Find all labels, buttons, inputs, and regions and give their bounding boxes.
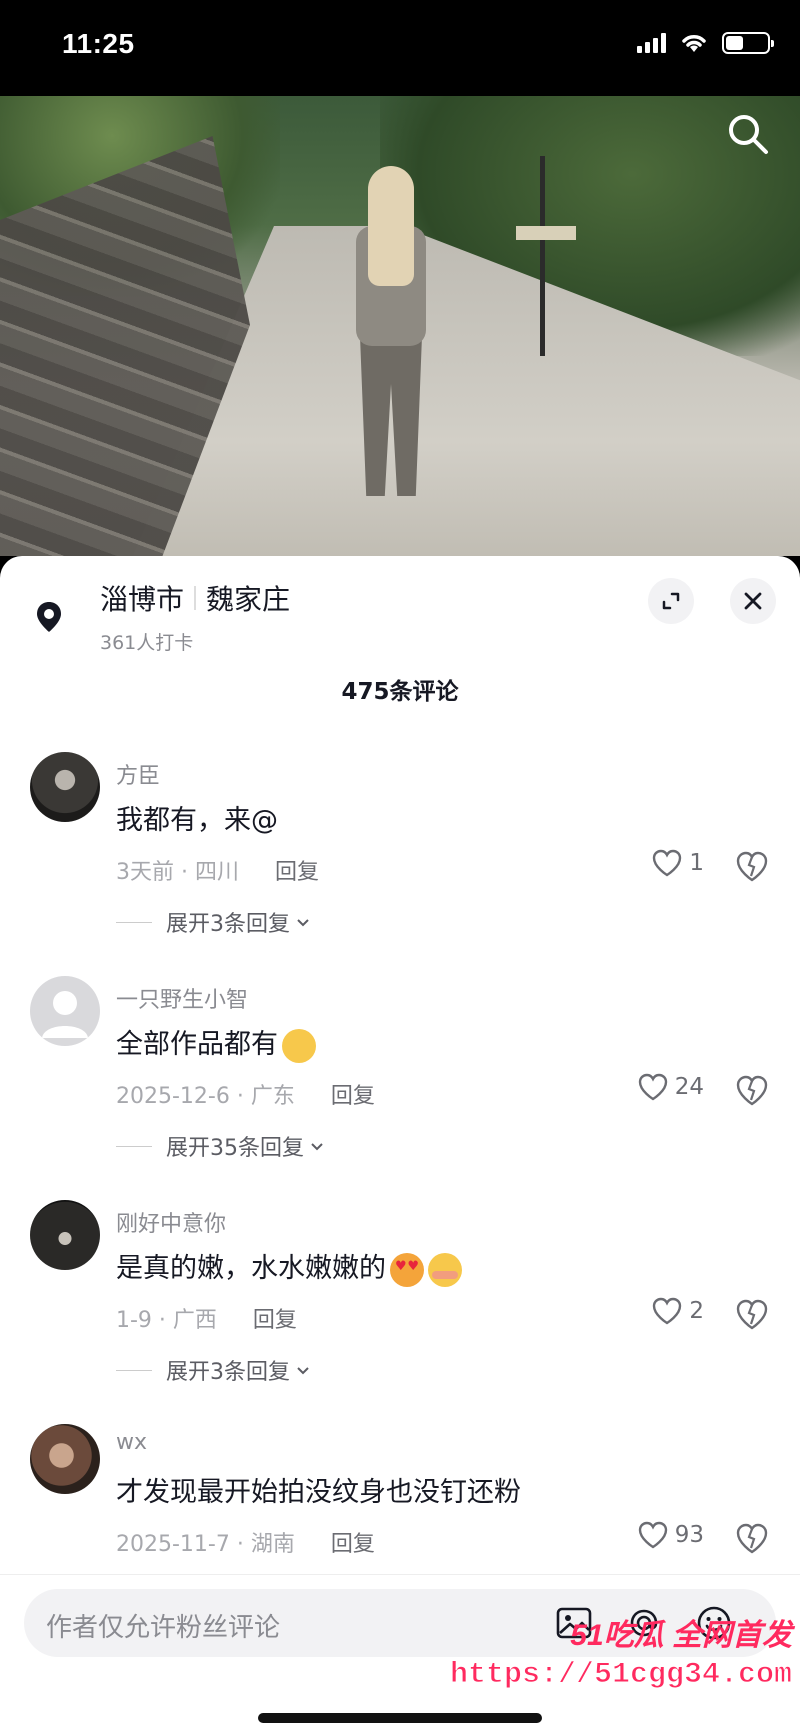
divider [116,1369,152,1371]
comment-text: 是真的嫩，水水嫩嫩的 [116,1246,462,1287]
watermark-brand: 51吃瓜 全网首发 [570,1619,792,1652]
expand-replies-button[interactable]: 展开35条回复 [116,1130,326,1162]
comment-text-content: 是真的嫩，水水嫩嫩的 [116,1253,386,1284]
video-player[interactable] [0,96,800,556]
avatar[interactable] [30,976,100,1046]
video-person [330,166,450,506]
expand-button[interactable] [648,578,694,624]
like-count: 2 [689,1298,704,1324]
heart-icon [653,1297,682,1325]
wifi-icon [682,35,706,52]
expand-replies-label: 展开3条回复 [166,1360,290,1385]
avatar[interactable] [30,1200,100,1270]
divider [194,586,197,610]
avatar[interactable] [30,752,100,822]
close-icon [744,592,762,610]
expand-replies-button[interactable]: 展开3条回复 [116,1354,312,1386]
status-time: 11:25 [62,28,135,59]
comment-text: 我都有，来@ [116,805,278,836]
comment-sheet: 淄博市 魏家庄 361人打卡 475条评论 方臣 我都有，来@ 3天前 · 四川… [0,556,800,1733]
heart-icon [638,1073,667,1101]
expand-replies-label: 展开3条回复 [166,912,290,937]
like-count: 24 [674,1074,704,1100]
like-button[interactable]: 1 [651,848,704,878]
like-count: 93 [674,1522,704,1548]
like-count: 1 [689,850,704,876]
location-city: 淄博市 [100,583,185,616]
heart-icon [638,1521,667,1549]
comment-time-location: 1-9 · 广西 [116,1308,217,1333]
expand-replies-label: 展开35条回复 [166,1136,304,1161]
watermark: 51吃瓜 全网首发 https://51cgg34.com [449,1610,792,1693]
comment-meta: 2025-11-7 · 湖南 回复 [116,1526,375,1558]
close-button[interactable] [730,578,776,624]
location-title: 淄博市 魏家庄 [100,578,290,618]
expand-replies-button[interactable]: 展开3条回复 [116,906,312,938]
watermark-url: https://51cgg34.com [449,1658,792,1693]
blushing-emoji-icon [428,1252,462,1287]
comment-author[interactable]: 一只野生小智 [116,982,248,1014]
expand-icon [662,592,680,610]
comment-text: 才发现最开始拍没纹身也没钉还粉 [116,1477,521,1508]
comment-author[interactable]: wx [116,1430,147,1455]
battery-icon [722,32,774,54]
chevron-down-icon [311,1143,323,1151]
comment-count: 475条评论 [341,679,459,705]
heart-icon [653,849,682,877]
reply-button[interactable]: 回复 [253,1302,297,1334]
chevron-down-icon [297,1367,309,1375]
comment-time-location: 2025-12-6 · 广东 [116,1084,295,1109]
comment-author[interactable]: 方臣 [116,758,160,790]
chevron-down-icon [297,919,309,927]
like-button[interactable]: 24 [637,1072,704,1102]
comment-time-location: 3天前 · 四川 [116,860,239,885]
video-signpost [516,156,576,356]
reply-button[interactable]: 回复 [331,1078,375,1110]
like-button[interactable]: 93 [637,1520,704,1550]
comment-meta: 2025-12-6 · 广东 回复 [116,1078,375,1110]
dislike-icon[interactable] [734,1296,770,1332]
comment-input-placeholder: 作者仅允许粉丝评论 [46,1613,281,1643]
signal-icon [637,33,666,53]
location-pin-icon [37,602,61,632]
comment-text-content: 全部作品都有 [116,1029,278,1060]
comment-author[interactable]: 刚好中意你 [116,1206,226,1238]
reply-button[interactable]: 回复 [331,1526,375,1558]
dislike-icon[interactable] [734,848,770,884]
dislike-icon[interactable] [734,1072,770,1108]
location-checkins: 361人打卡 [100,632,194,654]
thinking-emoji-icon [282,1028,316,1063]
dislike-icon[interactable] [734,1520,770,1556]
comment-text: 全部作品都有 [116,1022,316,1063]
reply-button[interactable]: 回复 [275,854,319,886]
divider [116,1145,152,1147]
status-bar: 11:25 [0,0,800,96]
location-place: 魏家庄 [206,583,291,616]
location-header[interactable]: 淄博市 魏家庄 361人打卡 [32,578,290,655]
divider [116,921,152,923]
home-indicator[interactable] [258,1713,542,1723]
status-icons [637,32,774,54]
heart-eyes-emoji-icon [390,1252,424,1287]
comment-meta: 3天前 · 四川 回复 [116,854,319,886]
avatar[interactable] [30,1424,100,1494]
search-icon[interactable] [726,112,770,156]
like-button[interactable]: 2 [651,1296,704,1326]
comment-time-location: 2025-11-7 · 湖南 [116,1532,295,1557]
comment-meta: 1-9 · 广西 回复 [116,1302,297,1334]
